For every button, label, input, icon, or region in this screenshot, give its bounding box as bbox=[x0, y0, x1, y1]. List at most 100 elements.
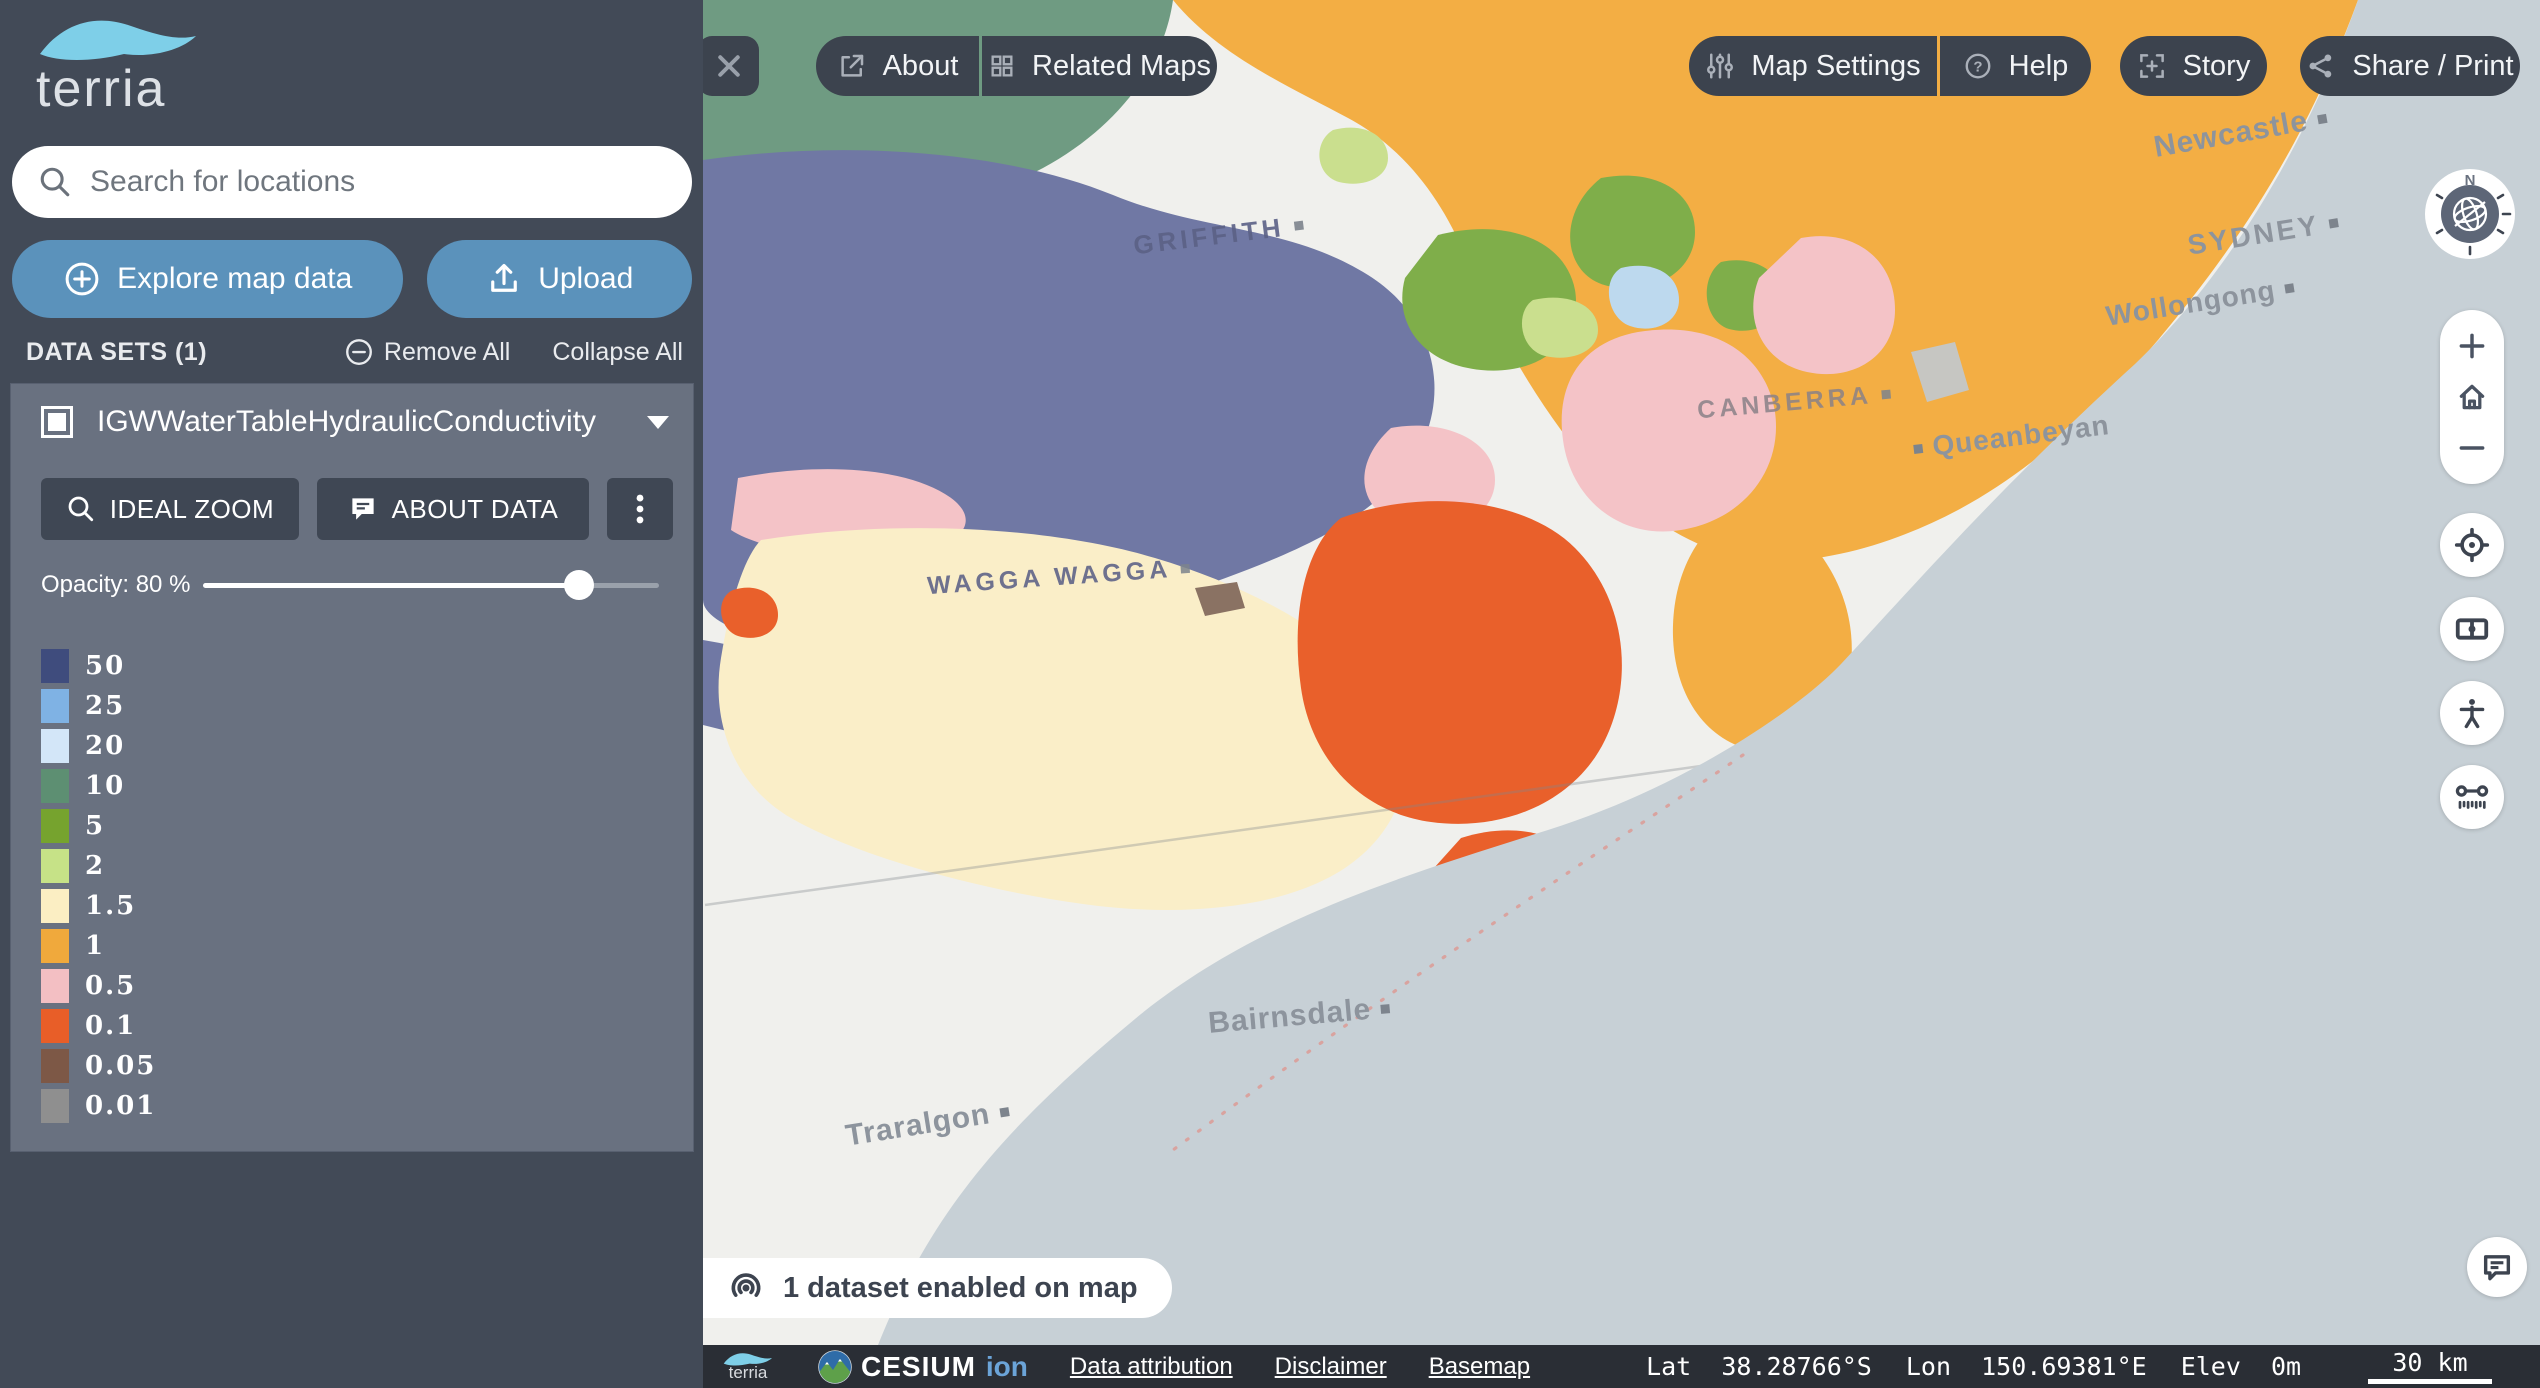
more-options-button[interactable] bbox=[607, 478, 673, 540]
legend-label: 0.01 bbox=[85, 1091, 156, 1121]
measure-tool-button[interactable] bbox=[2440, 765, 2504, 829]
legend-label: 25 bbox=[85, 691, 125, 721]
home-icon bbox=[2455, 380, 2489, 414]
map-scale: 30 km bbox=[2368, 1348, 2492, 1384]
upload-button[interactable]: Upload bbox=[427, 240, 692, 318]
basemap-link[interactable]: Basemap bbox=[1429, 1353, 1530, 1381]
collapse-all-button[interactable]: Collapse All bbox=[552, 338, 683, 367]
share-print-button[interactable]: Share / Print bbox=[2300, 36, 2520, 96]
legend-item: 5 bbox=[41, 806, 156, 846]
disclaimer-link[interactable]: Disclaimer bbox=[1275, 1353, 1387, 1381]
opacity-slider[interactable] bbox=[203, 568, 659, 602]
place-marker bbox=[999, 1107, 1009, 1117]
legend-item: 10 bbox=[41, 766, 156, 806]
data-attribution-link[interactable]: Data attribution bbox=[1070, 1353, 1233, 1381]
ideal-zoom-label: IDEAL ZOOM bbox=[110, 494, 274, 525]
scale-bar bbox=[2368, 1379, 2492, 1384]
split-screen-button[interactable] bbox=[2440, 597, 2504, 661]
terria-logo[interactable]: terria bbox=[36, 10, 201, 119]
about-button[interactable]: About bbox=[816, 36, 979, 96]
chevron-down-icon[interactable] bbox=[647, 416, 669, 429]
search-bar[interactable] bbox=[12, 146, 692, 218]
legend-swatch bbox=[41, 929, 69, 963]
collapse-all-label: Collapse All bbox=[552, 338, 683, 367]
plus-icon bbox=[2456, 330, 2488, 362]
grid-icon bbox=[988, 52, 1016, 80]
story-button[interactable]: Story bbox=[2120, 36, 2267, 96]
dataset-count-pill[interactable]: 1 dataset enabled on map bbox=[703, 1258, 1172, 1318]
datasets-header-row: DATA SETS (1) Remove All Collapse All bbox=[26, 336, 683, 368]
zoom-home-button[interactable] bbox=[2455, 375, 2489, 419]
latitude-value: Lat 38.28766°S bbox=[1646, 1352, 1872, 1381]
legend-label: 1.5 bbox=[85, 891, 136, 921]
datasets-count: DATA SETS (1) bbox=[26, 338, 207, 367]
terria-footer-logo[interactable]: terria bbox=[713, 1350, 783, 1383]
legend-swatch bbox=[41, 849, 69, 883]
workbench-item: IGWWaterTableHydraulicConductivity IDEAL… bbox=[10, 383, 694, 1152]
pedestrian-mode-button[interactable] bbox=[2440, 681, 2504, 745]
measure-icon bbox=[2454, 779, 2490, 815]
map-viewport[interactable]: NewcastleSYDNEYWollongongGRIFFITHCANBERR… bbox=[703, 0, 2540, 1388]
legend-label: 20 bbox=[85, 731, 125, 761]
dataset-count-label: 1 dataset enabled on map bbox=[783, 1272, 1138, 1305]
geolocation-button[interactable] bbox=[2440, 513, 2504, 577]
compass-control[interactable]: N bbox=[2424, 168, 2516, 260]
slider-track-filled bbox=[203, 583, 569, 588]
zoom-in-button[interactable] bbox=[2456, 324, 2488, 368]
geolocation-icon bbox=[2454, 527, 2490, 563]
legend-label: 5 bbox=[85, 811, 105, 841]
zoom-out-button[interactable] bbox=[2456, 426, 2488, 470]
sidebar: terria Explore map data Upload bbox=[0, 0, 703, 1388]
place-marker bbox=[1381, 1004, 1391, 1014]
cesium-ion-logo[interactable]: CESIUM ion bbox=[817, 1349, 1028, 1385]
terria-wave-icon bbox=[36, 10, 201, 65]
legend-item: 0.01 bbox=[41, 1086, 156, 1126]
external-link-icon bbox=[837, 51, 867, 81]
legend-item: 20 bbox=[41, 726, 156, 766]
close-sidebar-button[interactable] bbox=[703, 36, 759, 96]
map-settings-button[interactable]: Map Settings bbox=[1689, 36, 1937, 96]
legend-swatch bbox=[41, 769, 69, 803]
speech-bubble-icon bbox=[348, 494, 378, 524]
about-data-button[interactable]: ABOUT DATA bbox=[317, 478, 589, 540]
feedback-button[interactable] bbox=[2467, 1237, 2527, 1297]
sliders-icon bbox=[1705, 51, 1735, 81]
about-data-label: ABOUT DATA bbox=[392, 494, 559, 525]
pedestrian-icon bbox=[2455, 696, 2489, 730]
legend-label: 0.05 bbox=[85, 1051, 156, 1081]
legend-item: 0.05 bbox=[41, 1046, 156, 1086]
upload-icon bbox=[486, 261, 522, 297]
place-marker bbox=[1881, 390, 1891, 400]
broadcast-icon bbox=[727, 1269, 765, 1307]
dataset-visibility-checkbox[interactable] bbox=[41, 406, 73, 438]
cursor-position-readout: Lat 38.28766°S Lon 150.69381°E Elev 0m bbox=[1646, 1352, 2301, 1381]
ideal-zoom-button[interactable]: IDEAL ZOOM bbox=[41, 478, 299, 540]
legend-swatch bbox=[41, 969, 69, 1003]
magnifier-icon bbox=[66, 494, 96, 524]
opacity-control: Opacity: 80 % bbox=[41, 568, 659, 602]
workbench-item-header: IGWWaterTableHydraulicConductivity bbox=[41, 402, 669, 442]
split-screen-icon bbox=[2453, 610, 2491, 648]
remove-all-button[interactable]: Remove All bbox=[344, 337, 510, 367]
longitude-value: Lon 150.69381°E bbox=[1906, 1352, 2147, 1381]
place-marker bbox=[2284, 283, 2294, 293]
legend-item: 1.5 bbox=[41, 886, 156, 926]
related-maps-button[interactable]: Related Maps bbox=[982, 36, 1217, 96]
place-marker bbox=[2329, 218, 2339, 228]
cesium-wordmark: CESIUM bbox=[861, 1351, 976, 1383]
dataset-title: IGWWaterTableHydraulicConductivity bbox=[97, 405, 623, 439]
search-icon bbox=[38, 165, 72, 199]
help-label: Help bbox=[2009, 50, 2069, 83]
slider-handle[interactable] bbox=[564, 570, 594, 600]
place-marker bbox=[1294, 221, 1304, 231]
legend-swatch bbox=[41, 689, 69, 723]
legend-item: 0.5 bbox=[41, 966, 156, 1006]
search-input[interactable] bbox=[90, 165, 666, 199]
minus-circle-icon bbox=[344, 337, 374, 367]
map-canvas[interactable] bbox=[703, 0, 2540, 1345]
legend-swatch bbox=[41, 649, 69, 683]
attribution-bar: terria CESIUM ion Data attribution Di bbox=[703, 1345, 2540, 1388]
explore-map-data-button[interactable]: Explore map data bbox=[12, 240, 403, 318]
help-button[interactable]: ? Help bbox=[1940, 36, 2091, 96]
feedback-icon bbox=[2480, 1250, 2514, 1284]
